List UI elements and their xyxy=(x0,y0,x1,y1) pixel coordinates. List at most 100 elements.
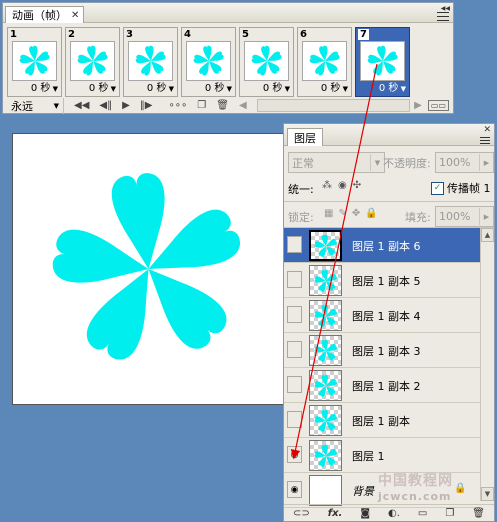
frame-thumbnail xyxy=(128,41,173,81)
layer-visibility-toggle[interactable]: ◉ xyxy=(287,481,302,498)
close-icon[interactable]: ✕ xyxy=(483,125,491,135)
frame-delay[interactable]: 0 秒 ▼ xyxy=(205,83,232,95)
layer-name: 图层 1 副本 3 xyxy=(352,345,421,358)
eye-icon: ◉ xyxy=(290,449,299,460)
panel-options-icon[interactable] xyxy=(433,12,449,21)
frame-number: 2 xyxy=(68,29,75,40)
tab-animation[interactable]: 动画（帧） ✕ xyxy=(5,6,85,23)
frame-scrollbar[interactable] xyxy=(256,99,411,112)
layer-thumbnail xyxy=(309,405,342,436)
layer-visibility-toggle[interactable] xyxy=(287,306,302,323)
trash-icon[interactable]: 🗑 xyxy=(472,508,485,519)
folder-icon[interactable]: ▭ xyxy=(418,508,427,519)
animation-frame[interactable]: 3 0 秒 ▼ xyxy=(123,27,178,97)
tab-layers[interactable]: 图层 xyxy=(287,128,323,146)
layer-name: 图层 1 副本 2 xyxy=(352,380,421,393)
frame-number: 6 xyxy=(300,29,307,40)
tween-icon[interactable]: ∘∘∘ xyxy=(169,100,188,111)
unify-label: 统一: xyxy=(288,183,314,196)
scroll-up-icon[interactable]: ▲ xyxy=(481,228,494,242)
layer-row[interactable]: 图层 1 副本 2 xyxy=(284,368,480,403)
next-frame-icon[interactable]: ‖▶ xyxy=(140,100,153,111)
previous-frame-icon[interactable]: ◀‖ xyxy=(99,100,112,111)
layer-visibility-toggle[interactable]: ◉ xyxy=(287,446,302,463)
layer-row[interactable]: ◉ 图层 1 xyxy=(284,438,480,473)
animation-tab-label: 动画（帧） xyxy=(12,9,67,22)
frame-thumbnail xyxy=(12,41,57,81)
animation-frame[interactable]: 6 0 秒 ▼ xyxy=(297,27,352,97)
layer-visibility-toggle[interactable] xyxy=(287,341,302,358)
fill-field[interactable]: 100% ▶ xyxy=(435,206,494,227)
layer-list-scrollbar[interactable]: ▲ ▼ xyxy=(480,228,494,501)
frame-number: 1 xyxy=(10,29,17,40)
frame-delay[interactable]: 0 秒 ▼ xyxy=(321,83,348,95)
animation-toolbar: 永远 ▼ ◀◀ ◀‖ ▶ ‖▶ ∘∘∘ ❐ 🗑 ◀ ▶ ▭▭ xyxy=(3,97,453,114)
scroll-down-icon[interactable]: ▼ xyxy=(481,487,494,501)
layer-visibility-toggle[interactable] xyxy=(287,236,302,253)
scroll-right-icon[interactable]: ▶ xyxy=(414,100,422,111)
unify-position-icon[interactable]: ⁂ xyxy=(322,180,332,191)
layer-row[interactable]: 图层 1 副本 6 xyxy=(284,228,480,263)
unify-buttons: ⁂ ◉ ✣ xyxy=(322,180,361,191)
delete-frame-icon[interactable]: 🗑 xyxy=(216,100,229,111)
convert-timeline-icon[interactable]: ▭▭ xyxy=(427,100,449,111)
divider xyxy=(284,201,494,202)
play-icon[interactable]: ▶ xyxy=(122,100,130,111)
mask-icon[interactable]: ◙ xyxy=(360,508,370,519)
frame-delay[interactable]: 0 秒 ▼ xyxy=(89,83,116,95)
duplicate-frame-icon[interactable]: ❐ xyxy=(197,100,206,111)
close-icon[interactable]: ✕ xyxy=(71,10,79,21)
blend-mode-select[interactable]: 正常 ▼ xyxy=(288,152,385,173)
unify-style-icon[interactable]: ✣ xyxy=(353,180,361,191)
frame-thumbnail xyxy=(70,41,115,81)
lock-position-icon[interactable]: ✥ xyxy=(352,208,360,219)
opacity-field[interactable]: 100% ▶ xyxy=(435,152,494,173)
loop-select[interactable]: 永远 ▼ xyxy=(11,97,64,114)
frame-delay[interactable]: 0 秒 ▼ xyxy=(379,83,406,95)
fill-value: 100% xyxy=(439,210,471,223)
frame-delay[interactable]: 0 秒 ▼ xyxy=(31,83,58,95)
layer-name: 背景 xyxy=(352,485,374,498)
loop-select-value: 永远 xyxy=(11,99,33,113)
layer-row[interactable]: 图层 1 副本 4 xyxy=(284,298,480,333)
chevron-right-icon: ▶ xyxy=(479,154,493,171)
animation-frame[interactable]: 2 0 秒 ▼ xyxy=(65,27,120,97)
document-canvas[interactable] xyxy=(12,133,285,405)
scroll-left-icon[interactable]: ◀ xyxy=(239,100,247,111)
link-icon[interactable]: ⊂⊃ xyxy=(293,508,310,519)
panel-options-icon[interactable] xyxy=(474,137,490,144)
frame-delay[interactable]: 0 秒 ▼ xyxy=(263,83,290,95)
lock-transparency-icon[interactable]: ▦ xyxy=(324,208,333,219)
lock-pixels-icon[interactable]: ✎ xyxy=(338,208,346,219)
layer-row[interactable]: 图层 1 副本 5 xyxy=(284,263,480,298)
frame-number: 7 xyxy=(358,29,369,40)
flower-image xyxy=(52,173,241,360)
layer-row[interactable]: 图层 1 副本 3 xyxy=(284,333,480,368)
blend-mode-value: 正常 xyxy=(292,156,314,170)
lock-all-icon[interactable]: 🔒 xyxy=(365,208,377,219)
layer-name: 图层 1 xyxy=(352,450,385,463)
first-frame-icon[interactable]: ◀◀ xyxy=(74,100,89,111)
layer-thumbnail xyxy=(309,440,342,471)
frame-number: 3 xyxy=(126,29,133,40)
lock-buttons: ▦ ✎ ✥ 🔒 xyxy=(324,208,378,219)
layer-visibility-toggle[interactable] xyxy=(287,411,302,428)
unify-visibility-icon[interactable]: ◉ xyxy=(338,180,347,191)
propagate-frame-checkbox[interactable]: ✓ 传播帧 1 xyxy=(431,180,491,196)
animation-frame[interactable]: 4 0 秒 ▼ xyxy=(181,27,236,97)
adjustment-icon[interactable]: ◐. xyxy=(388,508,400,519)
lock-label: 锁定: xyxy=(288,211,314,224)
frame-delay[interactable]: 0 秒 ▼ xyxy=(147,83,174,95)
layer-name: 图层 1 副本 xyxy=(352,415,410,428)
new-layer-icon[interactable]: ❐ xyxy=(445,508,454,519)
layer-thumbnail xyxy=(309,335,342,366)
fx-icon[interactable]: fx. xyxy=(328,508,343,519)
layer-row[interactable]: 图层 1 副本 xyxy=(284,403,480,438)
animation-frame[interactable]: 1 0 秒 ▼ xyxy=(7,27,62,97)
animation-frame[interactable]: 7 0 秒 ▼ xyxy=(355,27,410,97)
propagate-frame-label: 传播帧 1 xyxy=(447,182,491,195)
opacity-value: 100% xyxy=(439,156,471,169)
animation-frame[interactable]: 5 0 秒 ▼ xyxy=(239,27,294,97)
layer-visibility-toggle[interactable] xyxy=(287,271,302,288)
layer-visibility-toggle[interactable] xyxy=(287,376,302,393)
